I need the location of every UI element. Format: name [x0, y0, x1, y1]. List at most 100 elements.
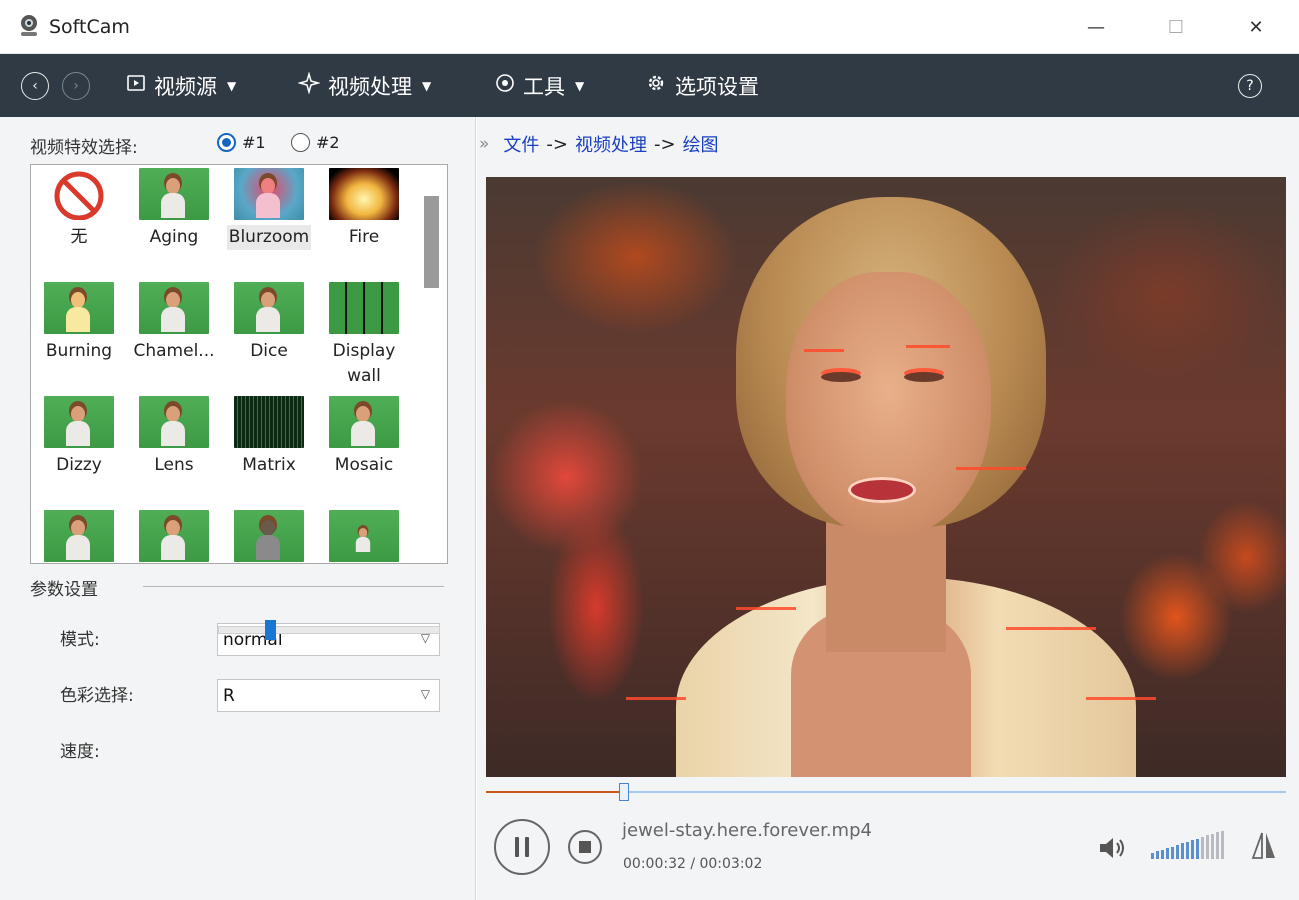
breadcrumb-drawing[interactable]: 绘图	[683, 131, 719, 157]
menu-label: 工具	[523, 74, 565, 99]
radio-label: #2	[316, 133, 340, 152]
volume-bar	[1176, 845, 1179, 859]
effects-scroll-thumb[interactable]	[424, 196, 439, 288]
effect-name: 无	[70, 227, 88, 247]
dropdown-caret-icon: ▼	[575, 78, 585, 93]
minimize-button[interactable]: —	[1056, 0, 1136, 54]
menu-label: 视频处理	[328, 74, 412, 99]
stop-button[interactable]	[568, 830, 602, 864]
menu-video-processing[interactable]: 视频处理 ▼	[297, 54, 432, 117]
effect-item[interactable]	[224, 507, 314, 563]
effect-name: Display wall	[332, 341, 396, 386]
playback-time: 00:00:32 / 00:03:02	[623, 856, 763, 872]
close-button[interactable]: ✕	[1216, 0, 1296, 54]
main-content: » 文件 -> 视频处理 -> 绘图 jewel-stay.here.forev…	[477, 117, 1299, 900]
effect-item-fire[interactable]: Fire	[319, 165, 409, 275]
effect-thumbnail	[139, 510, 209, 562]
volume-bar	[1151, 853, 1154, 859]
effect-item-dice[interactable]: Dice	[224, 279, 314, 389]
effects-list: 无 Aging Blurzoom Fire Burning Chamel... …	[30, 164, 448, 564]
volume-bar	[1201, 837, 1204, 859]
effect-item-lens[interactable]: Lens	[129, 393, 219, 503]
effect-thumbnail	[329, 510, 399, 562]
no-effect-icon	[44, 168, 114, 220]
back-button[interactable]: ‹	[21, 72, 49, 100]
volume-bar	[1156, 851, 1159, 859]
effect-thumbnail	[329, 396, 399, 448]
breadcrumb-separator: ->	[546, 133, 568, 155]
breadcrumb-separator: ->	[653, 133, 676, 155]
effect-thumbnail	[234, 168, 304, 220]
breadcrumb: » 文件 -> 视频处理 -> 绘图	[477, 131, 719, 157]
effects-label: 视频特效选择:	[30, 138, 138, 158]
double-chevron-icon: »	[479, 134, 490, 154]
radio-dot-icon	[291, 133, 310, 152]
radio-label: #1	[242, 133, 266, 152]
effect-item-dizzy[interactable]: Dizzy	[34, 393, 124, 503]
speed-slider-thumb[interactable]	[265, 620, 276, 640]
volume-bar	[1211, 833, 1214, 859]
effect-slot-radio-1[interactable]: #1	[217, 133, 266, 152]
menu-video-source[interactable]: 视频源 ▼	[126, 54, 236, 117]
menu-tools[interactable]: 工具 ▼	[495, 54, 584, 117]
video-preview[interactable]	[486, 177, 1286, 777]
volume-bar	[1186, 841, 1189, 859]
sparkle-icon	[297, 71, 321, 99]
speaker-icon[interactable]	[1097, 835, 1129, 861]
effect-item-matrix[interactable]: Matrix	[224, 393, 314, 503]
stop-icon	[579, 841, 591, 853]
mirror-icon[interactable]	[1250, 830, 1278, 862]
gear-icon	[645, 72, 667, 99]
menu-settings[interactable]: 选项设置	[645, 54, 759, 117]
color-select[interactable]: R ▽	[217, 679, 440, 712]
effect-item-chameleon[interactable]: Chamel...	[129, 279, 219, 389]
volume-bar	[1191, 840, 1194, 859]
effect-slot-radio-2[interactable]: #2	[291, 133, 340, 152]
dropdown-caret-icon: ▼	[422, 78, 432, 93]
speed-slider-track[interactable]	[218, 626, 440, 634]
effect-item-none[interactable]: 无	[34, 165, 124, 275]
effect-name: Dice	[250, 341, 288, 361]
effect-thumbnail	[139, 396, 209, 448]
radio-dot-icon	[217, 133, 236, 152]
effect-name: Mosaic	[334, 455, 394, 475]
volume-bar	[1206, 835, 1209, 859]
volume-bar	[1216, 832, 1219, 859]
forward-button[interactable]: ›	[62, 72, 90, 100]
effect-thumbnail	[44, 396, 114, 448]
effect-item-blurzoom[interactable]: Blurzoom	[224, 165, 314, 275]
effect-name: Aging	[149, 227, 199, 247]
effect-name: Burning	[45, 341, 113, 361]
effect-item-burning[interactable]: Burning	[34, 279, 124, 389]
effect-thumbnail	[44, 282, 114, 334]
volume-bar	[1196, 838, 1199, 859]
maximize-button[interactable]: ☐	[1136, 0, 1216, 54]
seek-bar-thumb[interactable]	[619, 783, 629, 801]
effect-name: Fire	[348, 227, 380, 247]
color-value: R	[223, 686, 235, 706]
volume-bar	[1161, 849, 1164, 859]
volume-bar	[1221, 830, 1224, 859]
pause-button[interactable]	[494, 819, 550, 875]
effect-item[interactable]	[319, 507, 409, 563]
help-button[interactable]: ?	[1238, 74, 1262, 98]
window-title: SoftCam	[49, 16, 130, 38]
target-icon	[495, 73, 515, 98]
webcam-icon	[21, 15, 37, 36]
effect-name: Dizzy	[56, 455, 102, 475]
effect-name: Chamel...	[133, 341, 215, 361]
effect-thumbnail	[329, 282, 399, 334]
effect-item[interactable]	[129, 507, 219, 563]
effect-thumbnail	[44, 510, 114, 562]
params-label: 参数设置	[30, 580, 98, 600]
effect-item-mosaic[interactable]: Mosaic	[319, 393, 409, 503]
dropdown-caret-icon: ▼	[227, 78, 237, 93]
effect-item-aging[interactable]: Aging	[129, 165, 219, 275]
effect-thumbnail	[234, 510, 304, 562]
mode-label: 模式:	[60, 630, 100, 650]
effect-item-display-wall[interactable]: Display wall	[319, 279, 409, 389]
breadcrumb-video-processing[interactable]: 视频处理	[575, 131, 647, 157]
volume-slider[interactable]	[1151, 829, 1231, 859]
breadcrumb-file[interactable]: 文件	[503, 131, 539, 157]
effect-item[interactable]	[34, 507, 124, 563]
